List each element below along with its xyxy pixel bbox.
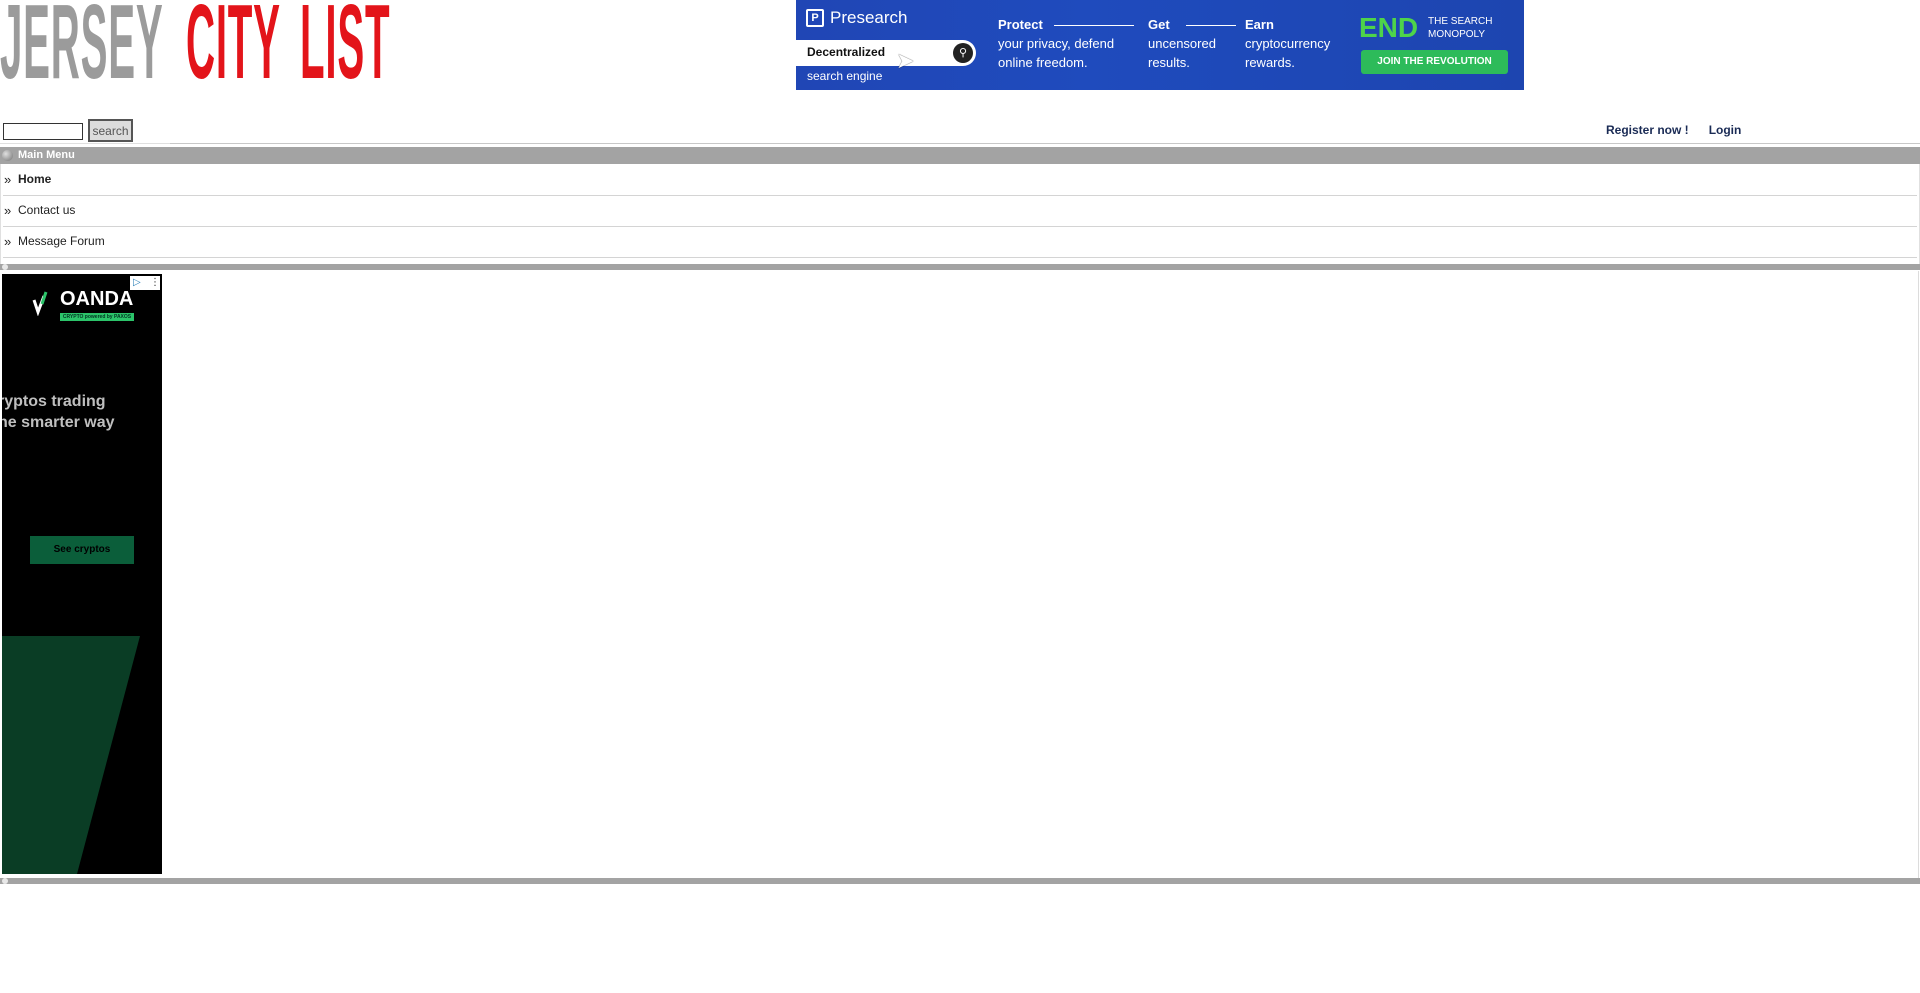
ad-divider-line — [1186, 25, 1236, 26]
ad-col-title: Get — [1148, 17, 1170, 32]
presearch-logo-icon: P — [806, 9, 824, 27]
main-menu: » Home » Contact us » Message Forum — [0, 164, 1920, 264]
menu-item-label: Message Forum — [18, 234, 105, 248]
ad-sub-text: search engine — [807, 69, 883, 83]
search-input[interactable] — [3, 123, 83, 140]
oanda-tagline: CRYPTO powered by PAXOS — [60, 313, 134, 321]
double-chevron-right-icon: » — [4, 234, 12, 249]
more-options-icon: ⋮ — [150, 277, 160, 288]
ad-end-word: END — [1359, 12, 1419, 43]
adchoices-badge[interactable]: ▷ ⋮ — [130, 276, 160, 290]
ad-divider-line — [1054, 25, 1134, 26]
divider — [0, 143, 170, 144]
section-divider-bar — [0, 878, 1920, 884]
menu-item-home[interactable]: » Home — [3, 164, 1917, 196]
ad-join-button[interactable]: JOIN THE REVOLUTION — [1361, 50, 1508, 74]
menu-item-message-forum[interactable]: » Message Forum — [3, 226, 1917, 258]
double-chevron-right-icon: » — [4, 172, 12, 187]
logo-word-city: CITY — [186, 0, 281, 92]
ad-brand: P Presearch — [806, 8, 907, 28]
ad-headline-line: ryptos trading — [2, 393, 106, 410]
ad-brand-name: Presearch — [830, 8, 908, 27]
ad-col-body: your privacy, defend online freedom. — [998, 36, 1115, 70]
ad-column-earn: Earn cryptocurrency rewards. — [1245, 15, 1345, 72]
account-links: Register now ! Login — [1606, 123, 1741, 137]
main-menu-header: Main Menu — [0, 147, 1920, 164]
menu-item-label: Contact us — [18, 203, 76, 217]
menu-item-contact-us[interactable]: » Contact us — [3, 195, 1917, 227]
register-link[interactable]: Register now ! — [1606, 123, 1689, 137]
bullet-icon — [2, 150, 13, 161]
oanda-brand: OANDA — [60, 288, 134, 310]
ad-headline: ryptos trading he smarter way — [2, 391, 115, 433]
ad-headline-line: he smarter way — [2, 414, 115, 431]
logo-word-list: LIST — [300, 0, 391, 92]
magnifier-icon: ⚲ — [953, 43, 973, 63]
bullet-icon — [2, 264, 8, 270]
side-ad[interactable]: ▷ ⋮ OANDA CRYPTO powered by PAXOS ryptos… — [2, 274, 162, 874]
main-menu-title: Main Menu — [18, 149, 75, 161]
see-cryptos-button[interactable]: See cryptos — [30, 536, 134, 564]
divider — [170, 143, 1920, 144]
ad-col-title: Earn — [1245, 17, 1274, 32]
ad-col-body: uncensored results. — [1148, 36, 1216, 70]
ad-search-pill: Decentralized ⚲ — [796, 40, 976, 66]
ad-decorative-shape — [2, 636, 140, 874]
site-logo[interactable]: JERSEY CITY LIST — [0, 0, 402, 92]
content-frame — [0, 271, 1919, 878]
logo-word-jersey: JERSEY — [0, 0, 164, 92]
search-button[interactable]: search — [88, 119, 133, 142]
banner-ad[interactable]: P Presearch Decentralized ⚲ ➤ search eng… — [796, 0, 1524, 90]
cursor-pointer-icon: ➤ — [896, 48, 915, 73]
section-divider-bar — [0, 264, 1920, 270]
ad-column-protect: Protect your privacy, defend online free… — [998, 15, 1138, 72]
double-chevron-right-icon: » — [4, 203, 12, 218]
ad-search-text: Decentralized — [807, 45, 886, 59]
adchoices-icon: ▷ — [133, 277, 141, 288]
ad-col-body: cryptocurrency rewards. — [1245, 36, 1331, 70]
bullet-icon — [2, 878, 8, 884]
login-link[interactable]: Login — [1709, 123, 1742, 137]
menu-item-label: Home — [18, 172, 52, 186]
ad-end-sub: THE SEARCH MONOPOLY — [1428, 16, 1493, 40]
ad-column-get: Get uncensored results. — [1148, 15, 1238, 72]
oanda-logo-icon — [32, 291, 48, 316]
ad-col-title: Protect — [998, 17, 1043, 32]
